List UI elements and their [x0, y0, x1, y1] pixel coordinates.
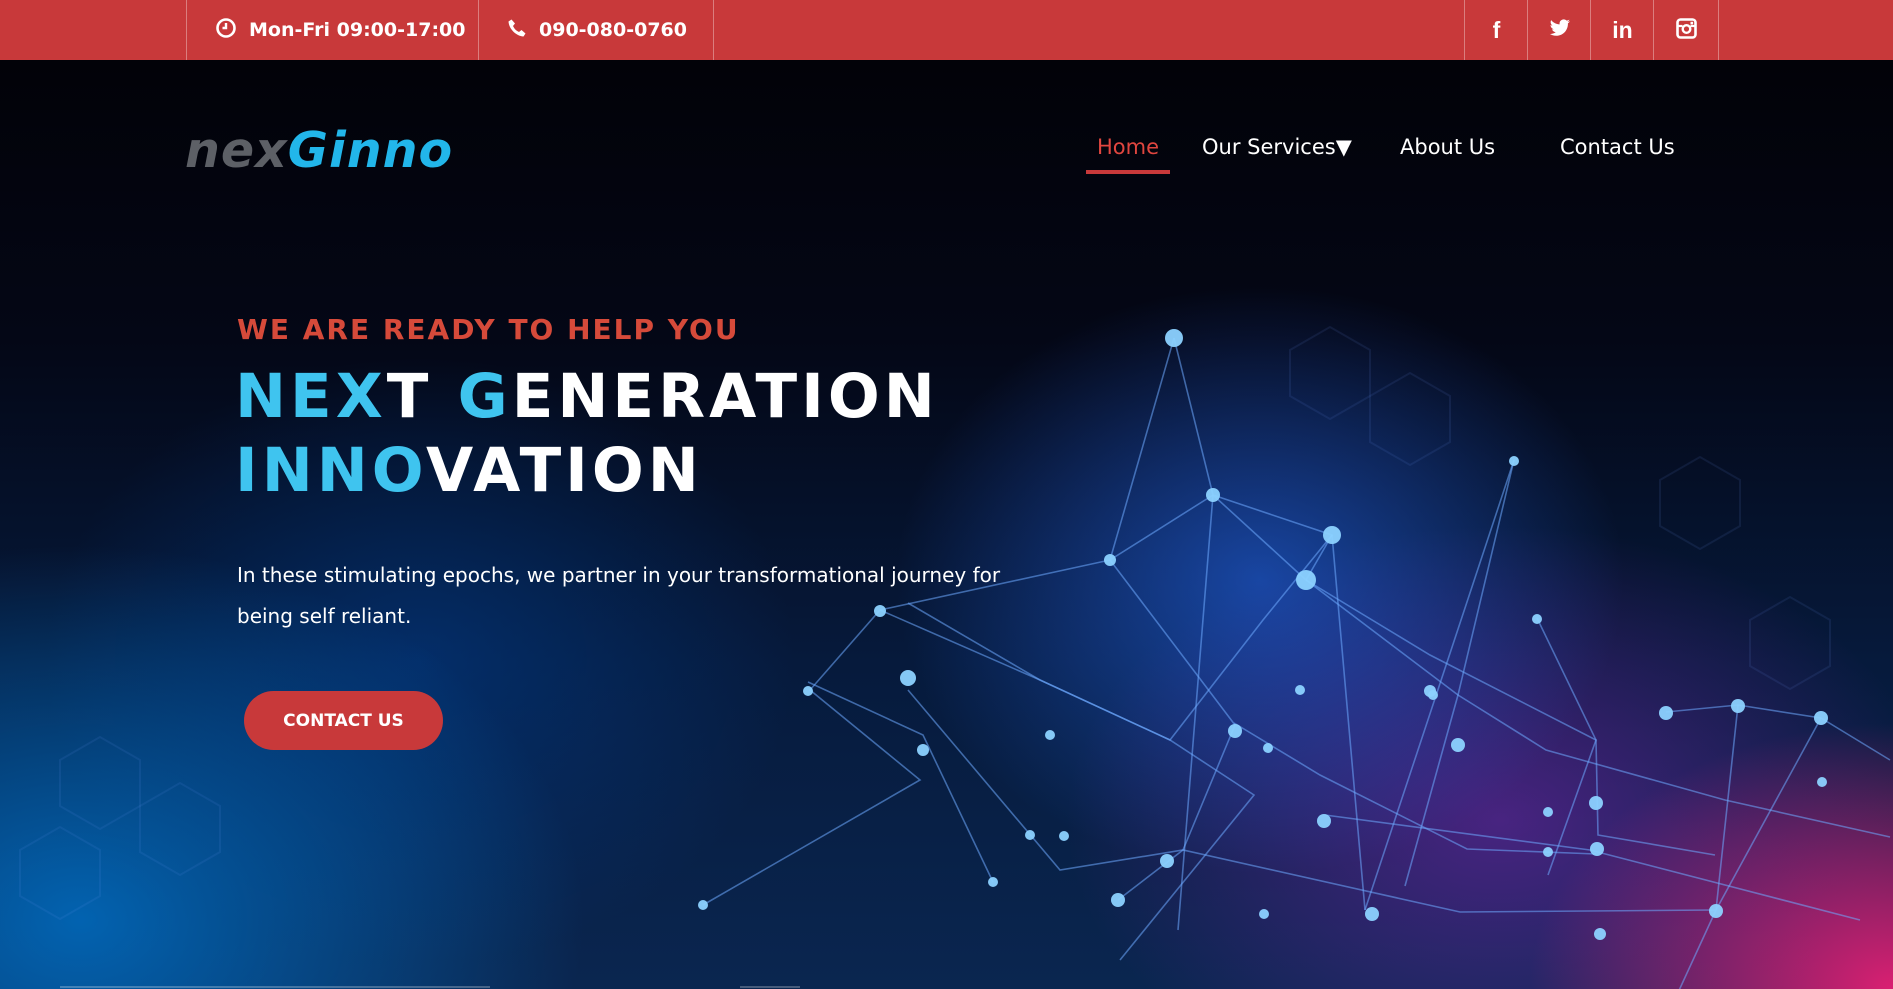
- hero-eyebrow: WE ARE READY TO HELP YOU: [237, 313, 740, 346]
- contact-us-button[interactable]: CONTACT US: [244, 691, 443, 750]
- nav-item-home[interactable]: Home: [1086, 124, 1170, 174]
- headline-segment: VATION: [426, 435, 703, 506]
- hero-section: nex Ginno Home Our Services▼ About Us Co…: [0, 60, 1893, 989]
- facebook-link[interactable]: f: [1464, 0, 1528, 60]
- instagram-link[interactable]: [1653, 0, 1719, 60]
- linkedin-link[interactable]: in: [1590, 0, 1654, 60]
- phone-number[interactable]: 090-080-0760: [478, 0, 714, 60]
- hours-text: Mon-Fri 09:00-17:00: [249, 19, 466, 41]
- instagram-icon: [1675, 17, 1697, 43]
- hero-paragraph: In these stimulating epochs, we partner …: [237, 563, 1001, 628]
- phone-text: 090-080-0760: [539, 19, 687, 41]
- nav-item-contact-us[interactable]: Contact Us: [1560, 124, 1675, 170]
- network-background: [19, 325, 1891, 989]
- headline-segment: INNO: [235, 435, 427, 506]
- divider: [740, 986, 800, 988]
- clock-icon: [215, 17, 237, 43]
- headline-line-1: NEXT GENERATION: [235, 360, 939, 434]
- twitter-link[interactable]: [1527, 0, 1591, 60]
- headline-segment: T: [386, 361, 458, 432]
- headline-line-2: INNOVATION: [235, 434, 939, 508]
- phone-icon: [507, 18, 527, 42]
- nav-item-about-us[interactable]: About Us: [1400, 124, 1495, 170]
- nav-item-our-services[interactable]: Our Services▼: [1202, 124, 1352, 170]
- logo-text-part1: nex: [185, 121, 288, 179]
- business-hours: Mon-Fri 09:00-17:00: [186, 0, 479, 60]
- headline-segment: NEX: [235, 361, 387, 432]
- logo-text-part2: Ginno: [287, 121, 454, 179]
- headline-segment: G: [457, 361, 512, 432]
- facebook-icon: f: [1492, 16, 1501, 43]
- hero-headline: NEXT GENERATION INNOVATION: [235, 360, 939, 508]
- headline-segment: ENERATION: [511, 361, 939, 432]
- top-bar: Mon-Fri 09:00-17:00 090-080-0760 f in: [0, 0, 1893, 60]
- divider: [60, 986, 490, 988]
- linkedin-icon: in: [1612, 16, 1633, 43]
- twitter-icon: [1549, 19, 1571, 41]
- logo[interactable]: nex Ginno: [185, 120, 453, 180]
